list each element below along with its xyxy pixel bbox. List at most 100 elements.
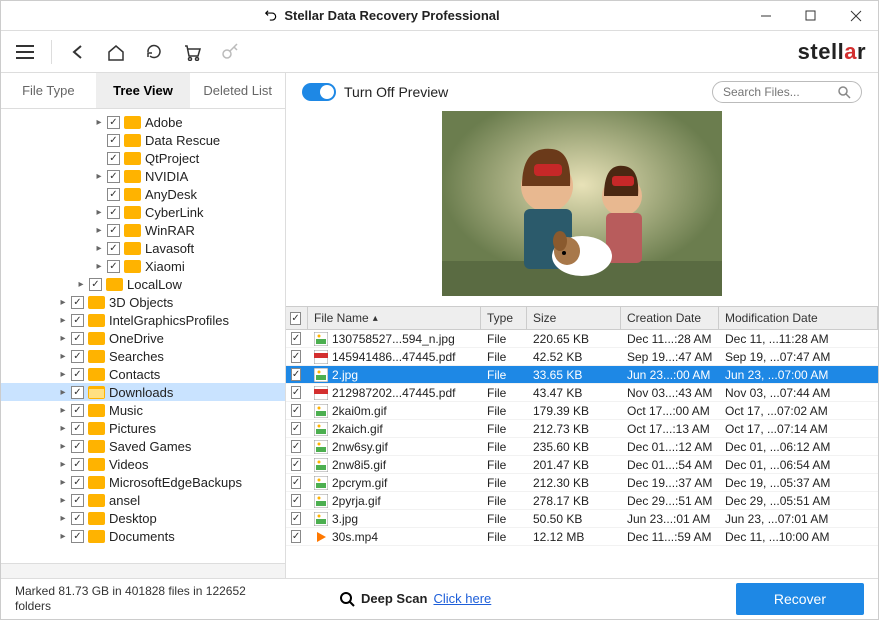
tree-item[interactable]: ▸✓3D Objects xyxy=(1,293,285,311)
expand-icon[interactable]: ▸ xyxy=(93,117,105,128)
file-checkbox[interactable]: ✓ xyxy=(291,350,301,363)
expand-icon[interactable]: ▸ xyxy=(93,243,105,254)
expand-icon[interactable]: ▸ xyxy=(93,171,105,182)
back-icon[interactable] xyxy=(66,40,90,64)
tree-item[interactable]: ▸✓Pictures xyxy=(1,419,285,437)
tree-checkbox[interactable]: ✓ xyxy=(71,494,84,507)
expand-icon[interactable]: ▸ xyxy=(57,459,69,470)
tree-item[interactable]: ✓AnyDesk xyxy=(1,185,285,203)
tree-checkbox[interactable]: ✓ xyxy=(71,386,84,399)
tree-checkbox[interactable]: ✓ xyxy=(71,458,84,471)
column-filename[interactable]: File Name ▴ xyxy=(308,307,481,329)
file-row[interactable]: ✓2kaich.gifFile212.73 KBOct 17...:13 AMO… xyxy=(286,420,878,438)
tree-item[interactable]: ▸✓CyberLink xyxy=(1,203,285,221)
tree-checkbox[interactable]: ✓ xyxy=(107,260,120,273)
tree-checkbox[interactable]: ✓ xyxy=(71,530,84,543)
tree-checkbox[interactable]: ✓ xyxy=(89,278,102,291)
expand-icon[interactable]: ▸ xyxy=(57,333,69,344)
expand-icon[interactable]: ▸ xyxy=(57,369,69,380)
column-creation-date[interactable]: Creation Date xyxy=(621,307,719,329)
column-type[interactable]: Type xyxy=(481,307,527,329)
search-input[interactable] xyxy=(723,85,837,99)
tree-item[interactable]: ▸✓Adobe xyxy=(1,113,285,131)
tab-tree-view[interactable]: Tree View xyxy=(96,73,191,108)
tree-checkbox[interactable]: ✓ xyxy=(71,476,84,489)
folder-tree[interactable]: ▸✓Adobe✓Data Rescue✓QtProject▸✓NVIDIA✓An… xyxy=(1,109,285,563)
home-icon[interactable] xyxy=(104,40,128,64)
tree-item[interactable]: ▸✓NVIDIA xyxy=(1,167,285,185)
file-row[interactable]: ✓2.jpgFile33.65 KBJun 23...:00 AMJun 23,… xyxy=(286,366,878,384)
expand-icon[interactable]: ▸ xyxy=(93,207,105,218)
file-checkbox[interactable]: ✓ xyxy=(291,512,301,525)
file-checkbox[interactable]: ✓ xyxy=(291,404,301,417)
search-box[interactable] xyxy=(712,81,862,103)
file-checkbox[interactable]: ✓ xyxy=(291,530,301,543)
tree-checkbox[interactable]: ✓ xyxy=(107,152,120,165)
expand-icon[interactable]: ▸ xyxy=(57,297,69,308)
tree-checkbox[interactable]: ✓ xyxy=(71,368,84,381)
tree-item[interactable]: ▸✓Documents xyxy=(1,527,285,545)
expand-icon[interactable]: ▸ xyxy=(57,315,69,326)
file-checkbox[interactable]: ✓ xyxy=(291,494,301,507)
file-row[interactable]: ✓2pyrja.gifFile278.17 KBDec 29...:51 AMD… xyxy=(286,492,878,510)
tree-item[interactable]: ▸✓OneDrive xyxy=(1,329,285,347)
file-checkbox[interactable]: ✓ xyxy=(291,368,301,381)
tree-checkbox[interactable]: ✓ xyxy=(107,224,120,237)
file-row[interactable]: ✓145941486...47445.pdfFile42.52 KBSep 19… xyxy=(286,348,878,366)
tab-deleted-list[interactable]: Deleted List xyxy=(190,73,285,108)
file-row[interactable]: ✓2kai0m.gifFile179.39 KBOct 17...:00 AMO… xyxy=(286,402,878,420)
tree-item[interactable]: ▸✓Xiaomi xyxy=(1,257,285,275)
column-modification-date[interactable]: Modification Date xyxy=(719,307,878,329)
preview-toggle[interactable] xyxy=(302,83,336,101)
cart-icon[interactable] xyxy=(180,40,204,64)
key-icon[interactable] xyxy=(218,40,242,64)
tree-checkbox[interactable]: ✓ xyxy=(71,332,84,345)
tree-item[interactable]: ▸✓Music xyxy=(1,401,285,419)
tree-checkbox[interactable]: ✓ xyxy=(71,512,84,525)
menu-icon[interactable] xyxy=(13,40,37,64)
expand-icon[interactable]: ▸ xyxy=(57,351,69,362)
tree-checkbox[interactable]: ✓ xyxy=(107,188,120,201)
search-icon[interactable] xyxy=(837,85,851,99)
file-row[interactable]: ✓130758527...594_n.jpgFile220.65 KBDec 1… xyxy=(286,330,878,348)
expand-icon[interactable]: ▸ xyxy=(75,279,87,290)
tree-item[interactable]: ▸✓Contacts xyxy=(1,365,285,383)
tree-item[interactable]: ▸✓MicrosoftEdgeBackups xyxy=(1,473,285,491)
maximize-button[interactable] xyxy=(788,1,833,30)
refresh-icon[interactable] xyxy=(142,40,166,64)
tree-checkbox[interactable]: ✓ xyxy=(71,404,84,417)
tree-item[interactable]: ▸✓Downloads xyxy=(1,383,285,401)
tree-item[interactable]: ▸✓WinRAR xyxy=(1,221,285,239)
tree-item[interactable]: ✓Data Rescue xyxy=(1,131,285,149)
recover-button[interactable]: Recover xyxy=(736,583,864,615)
tab-file-type[interactable]: File Type xyxy=(1,73,96,108)
tree-checkbox[interactable]: ✓ xyxy=(107,206,120,219)
tree-checkbox[interactable]: ✓ xyxy=(71,422,84,435)
expand-icon[interactable]: ▸ xyxy=(93,225,105,236)
column-size[interactable]: Size xyxy=(527,307,621,329)
expand-icon[interactable]: ▸ xyxy=(57,387,69,398)
file-checkbox[interactable]: ✓ xyxy=(291,476,301,489)
tree-item[interactable]: ✓QtProject xyxy=(1,149,285,167)
tree-hscroll[interactable] xyxy=(1,563,285,578)
file-checkbox[interactable]: ✓ xyxy=(291,386,301,399)
deep-scan-link[interactable]: Click here xyxy=(433,591,491,606)
tree-checkbox[interactable]: ✓ xyxy=(71,296,84,309)
select-all-checkbox[interactable]: ✓ xyxy=(290,312,300,325)
file-row[interactable]: ✓3.jpgFile50.50 KBJun 23...:01 AMJun 23,… xyxy=(286,510,878,528)
tree-item[interactable]: ▸✓IntelGraphicsProfiles xyxy=(1,311,285,329)
expand-icon[interactable]: ▸ xyxy=(57,405,69,416)
tree-checkbox[interactable]: ✓ xyxy=(107,170,120,183)
tree-item[interactable]: ▸✓Videos xyxy=(1,455,285,473)
expand-icon[interactable]: ▸ xyxy=(57,441,69,452)
file-grid[interactable]: ✓130758527...594_n.jpgFile220.65 KBDec 1… xyxy=(286,330,878,578)
file-row[interactable]: ✓30s.mp4File12.12 MBDec 11...:59 AMDec 1… xyxy=(286,528,878,546)
file-row[interactable]: ✓2nw8i5.gifFile201.47 KBDec 01...:54 AMD… xyxy=(286,456,878,474)
minimize-button[interactable] xyxy=(743,1,788,30)
tree-checkbox[interactable]: ✓ xyxy=(71,440,84,453)
tree-checkbox[interactable]: ✓ xyxy=(107,134,120,147)
tree-item[interactable]: ▸✓LocalLow xyxy=(1,275,285,293)
expand-icon[interactable]: ▸ xyxy=(57,477,69,488)
tree-item[interactable]: ▸✓Lavasoft xyxy=(1,239,285,257)
file-row[interactable]: ✓2pcrym.gifFile212.30 KBDec 19...:37 AMD… xyxy=(286,474,878,492)
